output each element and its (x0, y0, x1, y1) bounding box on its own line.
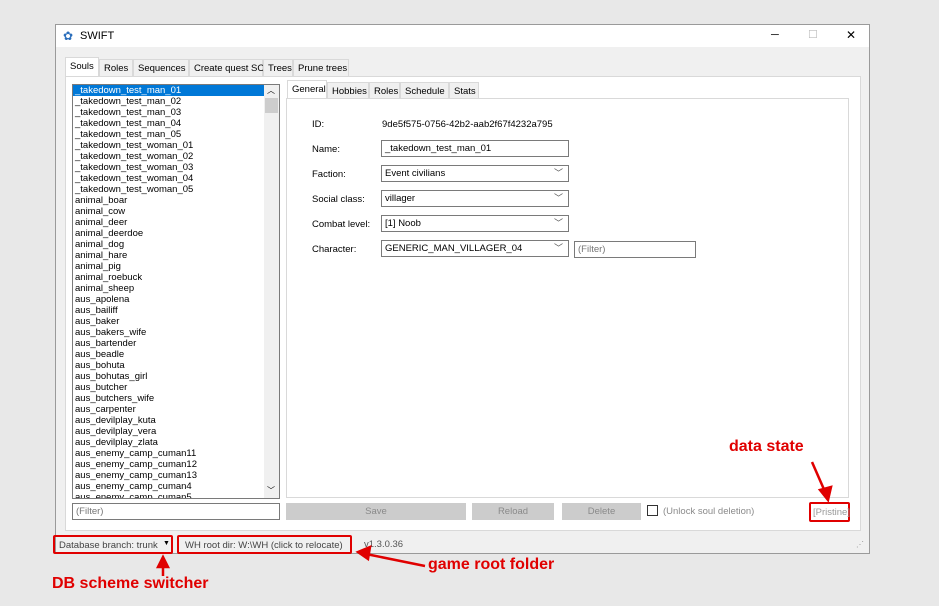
arrow-head (817, 485, 833, 503)
annotation-data-state: data state (729, 438, 804, 455)
annotation-arrows (155, 461, 833, 576)
arrow-head (355, 544, 372, 562)
annotation-game-root: game root folder (428, 556, 555, 573)
arrow-head (155, 554, 171, 569)
annotation-db-switcher: DB scheme switcher (52, 575, 209, 592)
arrow-game-root (365, 552, 426, 568)
